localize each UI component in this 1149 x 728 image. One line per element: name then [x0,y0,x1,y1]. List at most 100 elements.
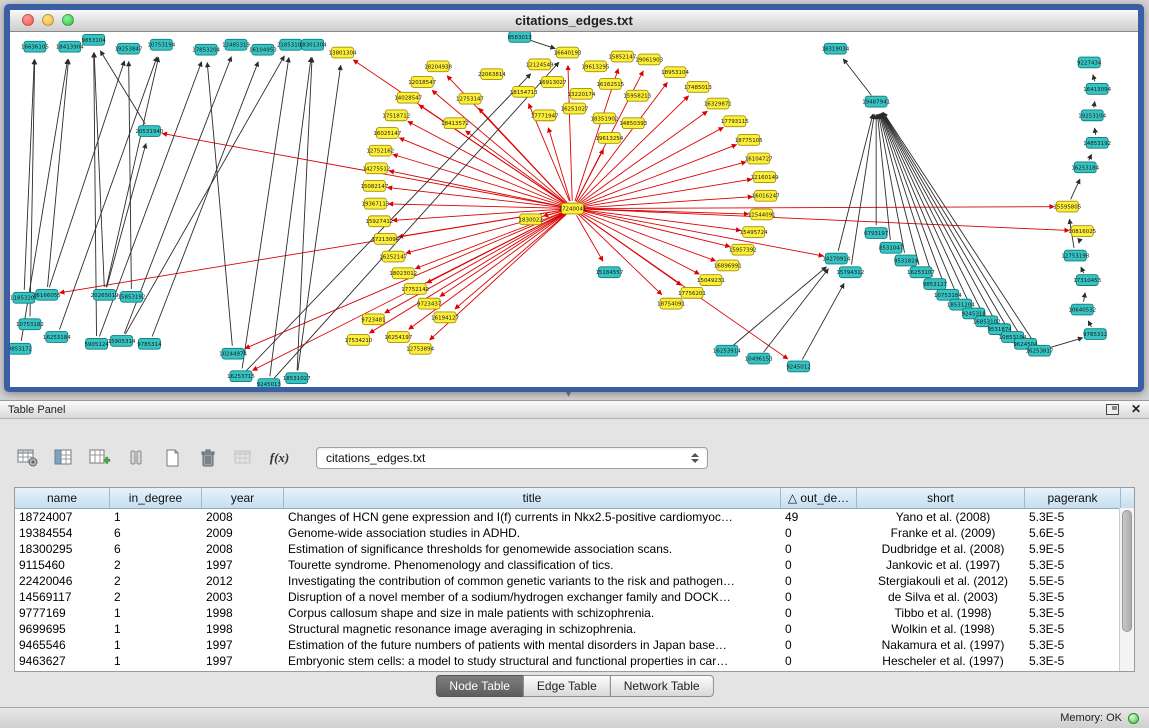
graph-node[interactable]: 12753894 [406,343,434,354]
graph-node[interactable]: 9723481 [361,314,385,325]
column-header-year[interactable]: year [202,488,284,508]
graph-edge[interactable] [152,62,258,337]
graph-node[interactable]: 12018547 [408,77,436,88]
graph-node[interactable]: 18154713 [510,86,538,97]
graph-edge[interactable] [1089,154,1092,160]
graph-node[interactable]: 18301304 [299,39,327,50]
graph-node[interactable]: 14275512 [362,163,390,174]
graph-edge[interactable] [577,82,667,202]
close-panel-icon[interactable]: ✕ [1131,403,1141,415]
network-canvas[interactable]: 1724004118204938120185471402854717518712… [10,32,1138,387]
graph-node[interactable]: 14028547 [394,92,422,103]
graph-node[interactable]: 16253914 [713,345,741,356]
graph-node[interactable]: 15853192 [118,291,146,302]
tab-node-table[interactable]: Node Table [435,675,524,697]
graph-node[interactable]: 15049231 [697,275,725,286]
graph-edge[interactable] [1094,128,1095,135]
graph-node[interactable]: 19061903 [635,54,663,65]
graph-edge[interactable] [568,65,572,200]
table-row[interactable]: 969969511998Structural magnetic resonanc… [15,621,1134,637]
table-row[interactable]: 1830029562008Estimation of significance … [15,541,1134,557]
graph-edge[interactable] [107,143,146,287]
graph-node[interactable]: 16913027 [539,77,567,88]
graph-node[interactable]: 18319034 [821,43,849,54]
create-column-icon[interactable] [86,445,113,471]
graph-node[interactable]: 16254197 [384,332,412,343]
tab-network-table[interactable]: Network Table [610,675,714,697]
graph-node[interactable]: 18953104 [661,67,689,78]
graph-node[interactable]: 9531824 [894,255,919,266]
graph-edge[interactable] [1071,179,1080,199]
graph-node[interactable]: 17853204 [192,44,220,55]
graph-node[interactable]: 16413094 [1083,83,1111,94]
graph-node[interactable]: 16253817 [1026,345,1054,356]
graph-edge[interactable] [274,62,559,378]
graph-node[interactable]: 18413904 [56,41,84,52]
graph-node[interactable]: 12160149 [751,172,779,183]
graph-edge[interactable] [1094,101,1095,107]
graph-edge[interactable] [580,210,730,246]
graph-edge[interactable] [455,214,567,309]
graph-node[interactable]: 16896991 [714,260,742,271]
graph-edge[interactable] [580,145,737,206]
column-header-short[interactable]: short [857,488,1025,508]
graph-edge[interactable] [48,59,69,287]
import-table-icon[interactable] [230,445,257,471]
graph-node[interactable]: 8531047 [879,242,903,253]
graph-edge[interactable] [409,213,567,329]
graph-edge[interactable] [1047,338,1083,349]
show-columns-icon[interactable] [50,445,77,471]
graph-node[interactable]: 10496153 [745,353,773,364]
graph-edge[interactable] [465,131,566,204]
graph-edge[interactable] [877,114,890,240]
table-mode-icon[interactable] [14,445,41,471]
graph-edge[interactable] [389,171,565,207]
column-header-name[interactable]: name [15,488,110,508]
graph-node[interactable]: 16636105 [21,41,49,52]
graph-node[interactable]: 9853104 [81,34,106,45]
graph-node[interactable]: 16251027 [561,103,589,114]
graph-node[interactable]: 12485319 [222,39,250,50]
graph-node[interactable]: 14853192 [1083,137,1111,148]
network-selector[interactable]: citations_edges.txt [316,447,708,469]
graph-node[interactable]: 17485013 [684,82,712,93]
float-panel-icon[interactable] [1106,404,1119,415]
graph-node[interactable]: 15852147 [608,51,636,62]
table-row[interactable]: 946362711997Embryonic stem cells: a mode… [15,653,1134,669]
tab-edge-table[interactable]: Edge Table [523,675,611,697]
graph-node[interactable]: 10816025 [1068,226,1096,237]
graph-node[interactable]: 9245012 [786,361,810,372]
graph-edge[interactable] [242,57,289,368]
graph-node[interactable]: 11544091 [748,209,776,220]
graph-node[interactable]: 12124549 [526,59,554,70]
row-options-icon[interactable] [122,445,149,471]
graph-node[interactable]: 19487941 [862,96,890,107]
graph-node[interactable]: 15927412 [365,216,393,227]
graph-node[interactable]: 15794312 [836,267,864,278]
graph-edge[interactable] [843,59,871,95]
table-row[interactable]: 946554611997Estimation of the future num… [15,637,1134,653]
scrollbar-thumb[interactable] [1122,510,1132,632]
graph-node[interactable]: 16104727 [745,153,773,164]
graph-node[interactable]: 16194127 [431,312,459,323]
graph-node[interactable]: 18023012 [389,268,417,279]
graph-node[interactable]: 20265019 [91,289,119,300]
panel-collapse-handle[interactable]: ▾ [566,391,571,399]
graph-node[interactable]: 10753184 [934,289,962,300]
graph-node[interactable]: 5905124 [84,338,109,349]
graph-node[interactable]: 17534210 [345,335,373,346]
graph-edge[interactable] [59,57,157,330]
graph-node[interactable]: 14270914 [822,253,850,264]
graph-node[interactable]: 20531940 [135,126,163,137]
graph-edge[interactable] [764,269,829,353]
column-header-pagerank[interactable]: pagerank [1025,488,1121,508]
graph-node[interactable]: 14850393 [619,118,647,129]
graph-node[interactable]: 17310453 [1073,275,1101,286]
graph-node[interactable]: 9853172 [10,343,32,354]
graph-edge[interactable] [1084,293,1086,302]
zoom-button[interactable] [62,14,74,26]
graph-node[interactable]: 19367113 [361,198,389,209]
graph-node[interactable]: 17240041 [559,203,587,214]
graph-node[interactable]: 17752142 [401,284,429,295]
column-header-title[interactable]: title [284,488,781,508]
